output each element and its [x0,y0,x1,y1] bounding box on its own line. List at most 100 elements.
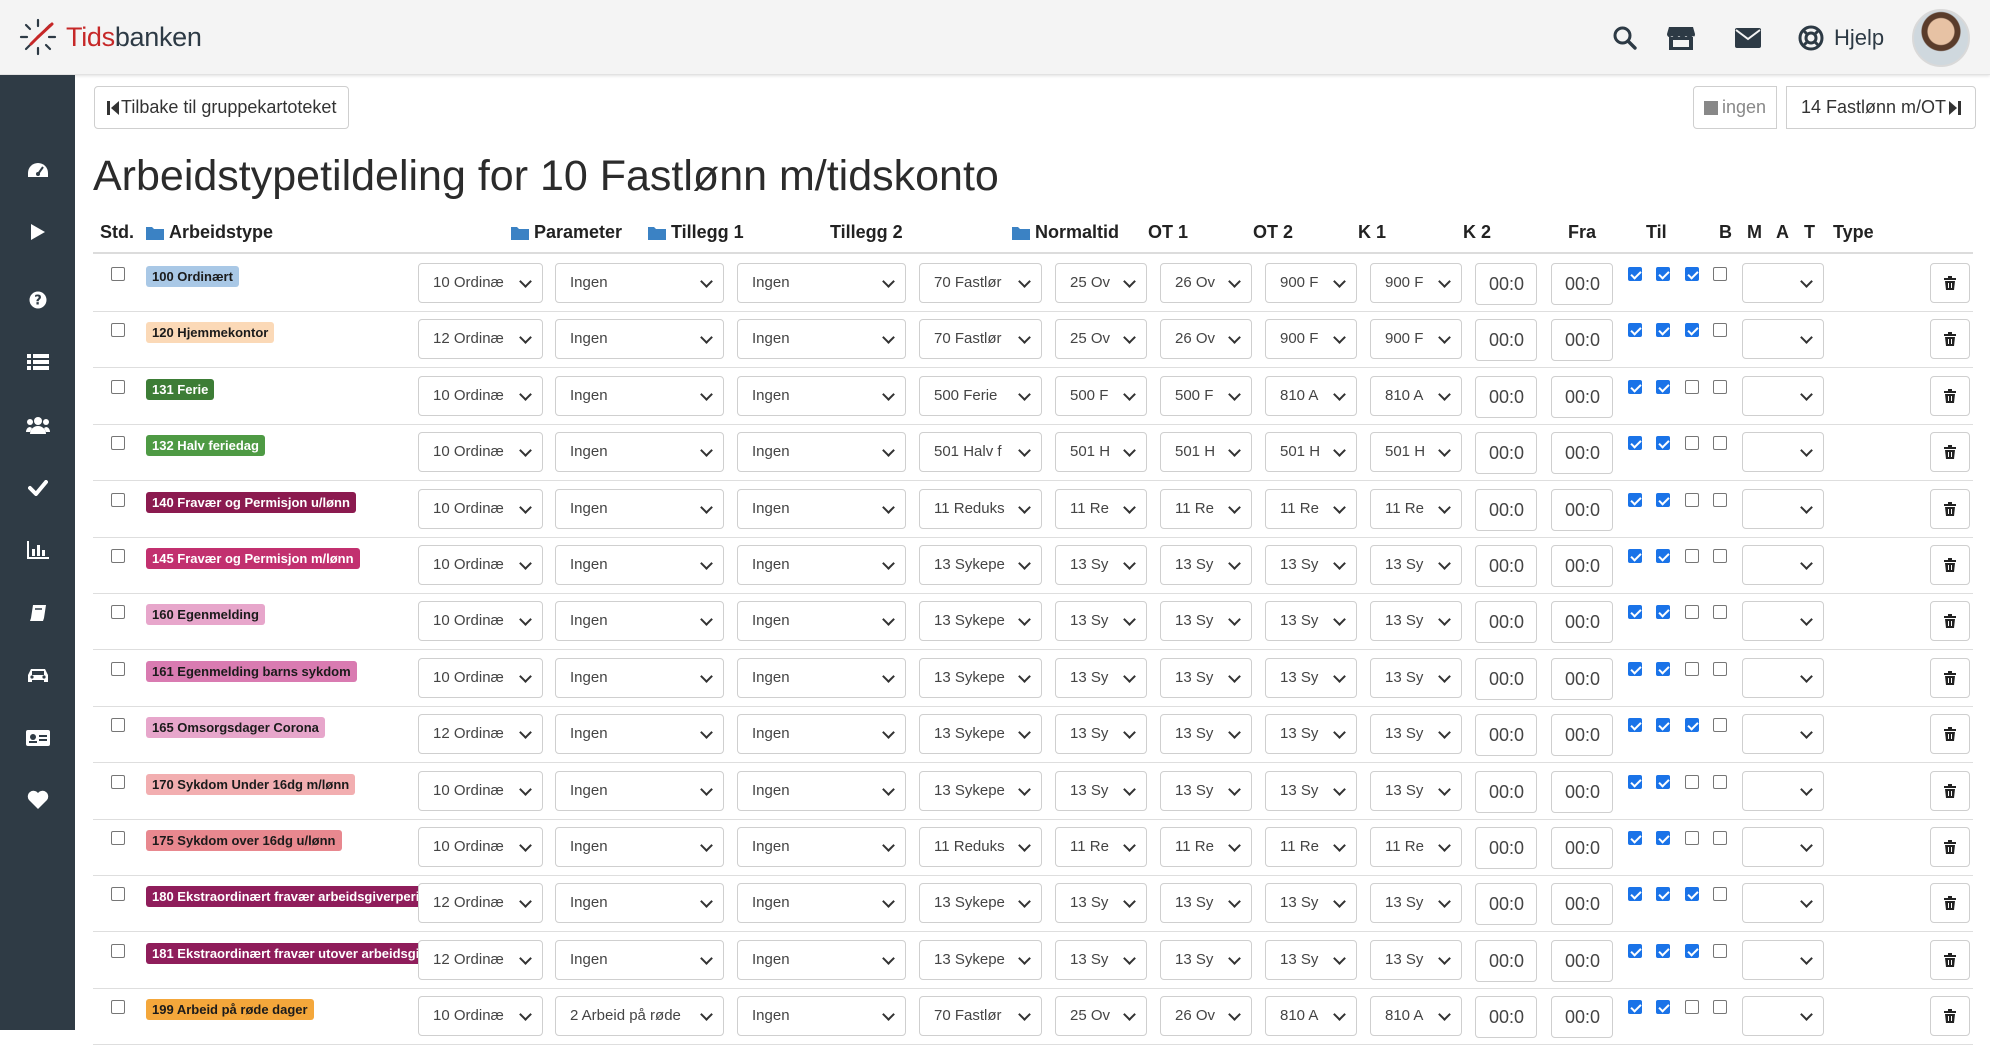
t-checkbox[interactable] [1713,493,1727,507]
parameter-select[interactable]: 10 Ordinæ [418,263,543,303]
col-ot2[interactable]: OT 2 [1253,222,1293,243]
ot1-select[interactable]: 13 Sy [1055,883,1147,923]
ot1-select[interactable]: 25 Ov [1055,996,1147,1036]
til-time-input[interactable]: 00:0 [1551,883,1613,925]
check-icon[interactable] [0,468,75,508]
lifebuoy-help-icon[interactable] [1795,22,1827,54]
normaltid-select[interactable]: 70 Fastlør [919,319,1042,359]
tillegg1-select[interactable]: Ingen [555,545,724,585]
heart-icon[interactable] [0,780,75,820]
b-checkbox[interactable] [1628,267,1642,281]
a-checkbox[interactable] [1685,493,1699,507]
m-checkbox[interactable] [1656,887,1670,901]
k2-select[interactable]: 13 Sy [1370,601,1462,641]
type-select[interactable] [1742,996,1824,1036]
ot1-select[interactable]: 13 Sy [1055,545,1147,585]
parameter-select[interactable]: 10 Ordinæ [418,489,543,529]
t-checkbox[interactable] [1713,831,1727,845]
delete-row-button[interactable] [1930,489,1970,529]
a-checkbox[interactable] [1685,267,1699,281]
normaltid-select[interactable]: 13 Sykepe [919,658,1042,698]
b-checkbox[interactable] [1628,775,1642,789]
k2-select[interactable]: 13 Sy [1370,545,1462,585]
col-fra[interactable]: Fra [1568,222,1596,243]
a-checkbox[interactable] [1685,380,1699,394]
m-checkbox[interactable] [1656,662,1670,676]
previous-group-button[interactable]: ingen [1693,86,1778,129]
ot2-select[interactable]: 501 H [1160,432,1252,472]
col-k2[interactable]: K 2 [1463,222,1491,243]
delete-row-button[interactable] [1930,432,1970,472]
normaltid-select[interactable]: 13 Sykepe [919,940,1042,980]
ot2-select[interactable]: 13 Sy [1160,883,1252,923]
b-checkbox[interactable] [1628,605,1642,619]
t-checkbox[interactable] [1713,380,1727,394]
k1-select[interactable]: 810 A [1265,996,1357,1036]
k1-select[interactable]: 810 A [1265,376,1357,416]
a-checkbox[interactable] [1685,549,1699,563]
k2-select[interactable]: 810 A [1370,376,1462,416]
type-select[interactable] [1742,432,1824,472]
m-checkbox[interactable] [1656,267,1670,281]
search-icon[interactable] [1609,22,1641,54]
ot2-select[interactable]: 13 Sy [1160,940,1252,980]
tillegg2-select[interactable]: Ingen [737,771,906,811]
m-checkbox[interactable] [1656,944,1670,958]
til-time-input[interactable]: 00:0 [1551,489,1613,531]
tillegg1-select[interactable]: Ingen [555,601,724,641]
til-time-input[interactable]: 00:0 [1551,940,1613,982]
fra-time-input[interactable]: 00:0 [1475,601,1537,643]
normaltid-select[interactable]: 13 Sykepe [919,601,1042,641]
t-checkbox[interactable] [1713,887,1727,901]
k1-select[interactable]: 13 Sy [1265,771,1357,811]
type-select[interactable] [1742,601,1824,641]
car-icon[interactable] [0,655,75,695]
tillegg2-select[interactable]: Ingen [737,940,906,980]
parameter-select[interactable]: 10 Ordinæ [418,432,543,472]
col-t[interactable]: T [1804,222,1815,243]
back-to-group-button[interactable]: Tilbake til gruppekartoteket [94,86,350,129]
col-k1[interactable]: K 1 [1358,222,1386,243]
std-checkbox[interactable] [111,267,125,281]
m-checkbox[interactable] [1656,831,1670,845]
delete-row-button[interactable] [1930,996,1970,1036]
b-checkbox[interactable] [1628,436,1642,450]
parameter-select[interactable]: 10 Ordinæ [418,827,543,867]
normaltid-select[interactable]: 70 Fastlør [919,263,1042,303]
bar-chart-icon[interactable] [0,530,75,570]
parameter-select[interactable]: 12 Ordinæ [418,319,543,359]
tillegg2-select[interactable]: Ingen [737,883,906,923]
tillegg1-select[interactable]: 2 Arbeid på røde [555,996,724,1036]
fra-time-input[interactable]: 00:0 [1475,996,1537,1038]
tillegg2-select[interactable]: Ingen [737,601,906,641]
type-select[interactable] [1742,771,1824,811]
normaltid-select[interactable]: 13 Sykepe [919,771,1042,811]
delete-row-button[interactable] [1930,771,1970,811]
fra-time-input[interactable]: 00:0 [1475,771,1537,813]
help-link[interactable]: Hjelp [1834,22,1884,54]
parameter-select[interactable]: 12 Ordinæ [418,883,543,923]
t-checkbox[interactable] [1713,718,1727,732]
parameter-select[interactable]: 12 Ordinæ [418,714,543,754]
b-checkbox[interactable] [1628,718,1642,732]
fra-time-input[interactable]: 00:0 [1475,263,1537,305]
parameter-select[interactable]: 10 Ordinæ [418,545,543,585]
fra-time-input[interactable]: 00:0 [1475,940,1537,982]
ot2-select[interactable]: 13 Sy [1160,714,1252,754]
t-checkbox[interactable] [1713,436,1727,450]
k1-select[interactable]: 13 Sy [1265,601,1357,641]
type-select[interactable] [1742,714,1824,754]
col-tillegg1[interactable]: Tillegg 1 [648,222,744,243]
dashboard-icon[interactable] [0,150,75,190]
tillegg2-select[interactable]: Ingen [737,489,906,529]
t-checkbox[interactable] [1713,267,1727,281]
k2-select[interactable]: 11 Re [1370,827,1462,867]
m-checkbox[interactable] [1656,549,1670,563]
tillegg2-select[interactable]: Ingen [737,996,906,1036]
tillegg2-select[interactable]: Ingen [737,263,906,303]
normaltid-select[interactable]: 501 Halv f [919,432,1042,472]
k2-select[interactable]: 11 Re [1370,489,1462,529]
m-checkbox[interactable] [1656,775,1670,789]
til-time-input[interactable]: 00:0 [1551,601,1613,643]
a-checkbox[interactable] [1685,662,1699,676]
